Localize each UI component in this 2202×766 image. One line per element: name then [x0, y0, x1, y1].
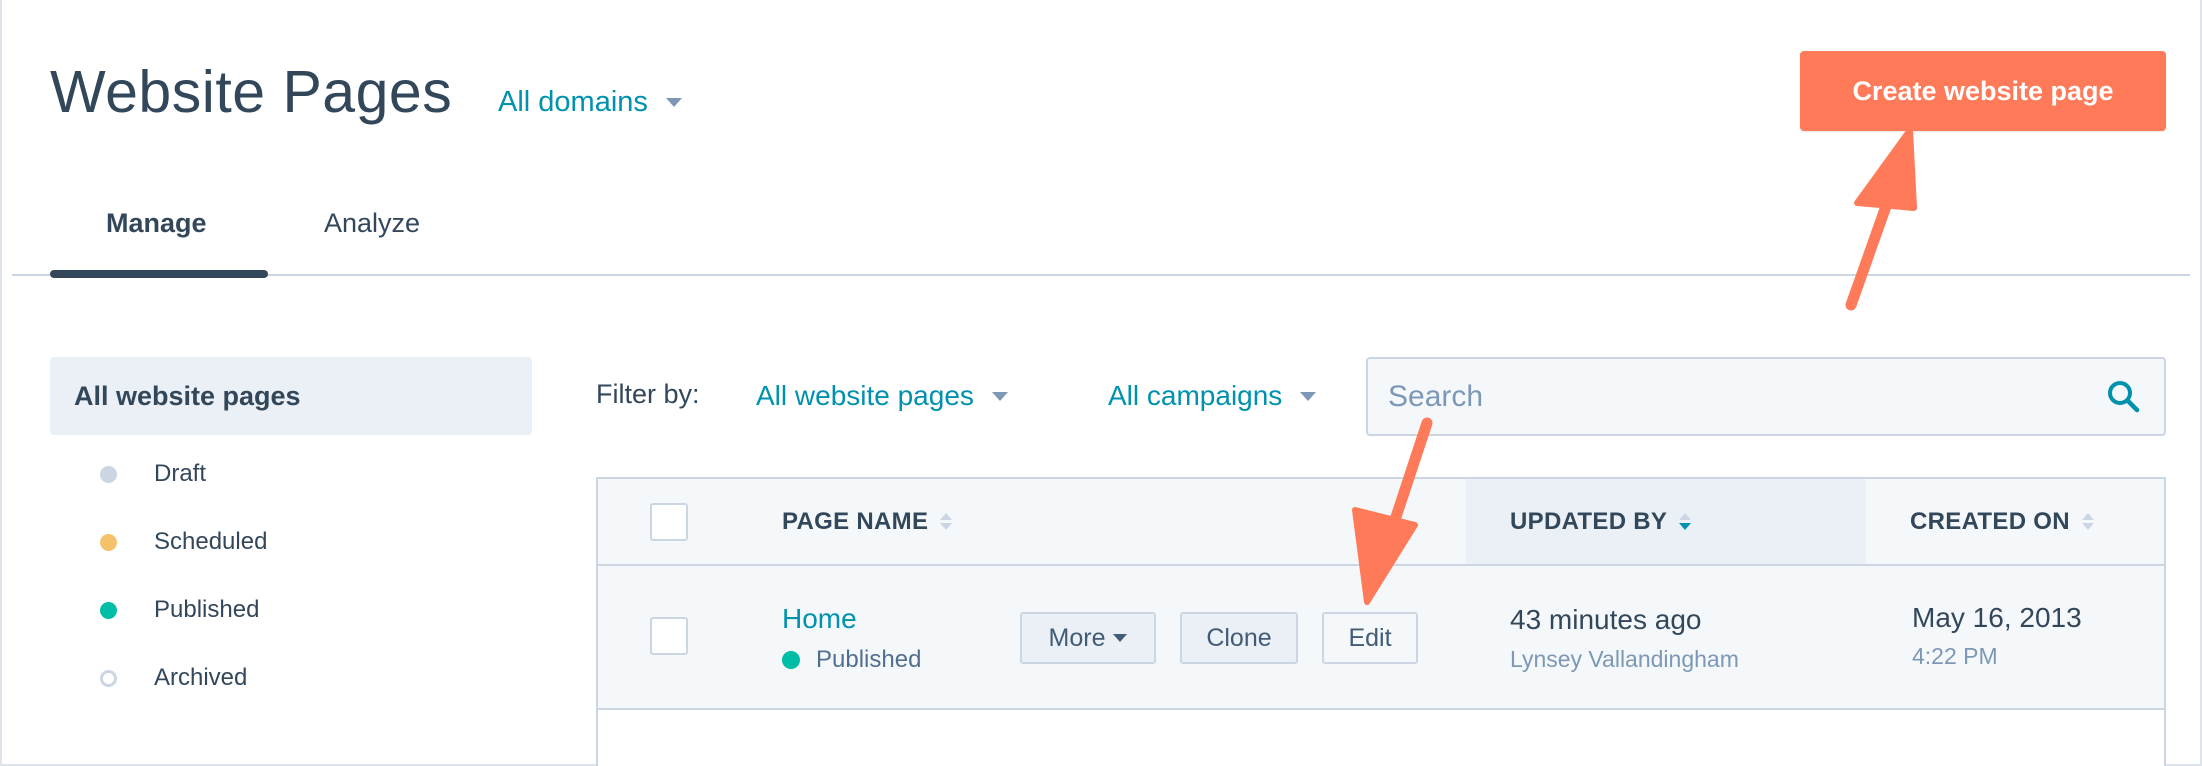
created-date: May 16, 2013 [1912, 602, 2082, 633]
created-time: 4:22 PM [1912, 643, 1998, 669]
sort-descending-icon [1679, 513, 1692, 530]
domain-filter-dropdown[interactable]: All domains [498, 86, 682, 119]
table-row: Home Published More Clone Edit 43 minute… [598, 566, 2164, 710]
tab-analyze[interactable]: Analyze [324, 208, 420, 239]
page-type-filter-label: All website pages [756, 380, 974, 411]
updated-time: 43 minutes ago [1510, 604, 1702, 635]
select-all-checkbox[interactable] [650, 503, 688, 541]
campaign-filter-dropdown[interactable]: All campaigns [1108, 380, 1317, 412]
caret-down-icon [991, 391, 1008, 401]
search-box [1366, 357, 2166, 436]
column-header-label: UPDATED BY [1510, 507, 1668, 535]
sidebar-item-all-website-pages[interactable]: All website pages [50, 357, 532, 435]
column-header-page-name[interactable]: PAGE NAME [782, 479, 953, 564]
archived-status-dot-icon [100, 669, 117, 687]
create-website-page-button[interactable]: Create website page [1800, 51, 2166, 131]
page-status: Published [782, 646, 921, 674]
edit-button[interactable]: Edit [1322, 612, 1418, 664]
published-status-dot-icon [100, 601, 117, 619]
column-header-created-on[interactable]: CREATED ON [1910, 479, 2094, 564]
table-header: PAGE NAME UPDATED BY CREATED ON [598, 479, 2164, 566]
active-tab-indicator [50, 270, 268, 278]
search-icon[interactable] [2104, 377, 2144, 417]
sidebar-item-archived[interactable]: Archived [100, 664, 247, 692]
clone-button[interactable]: Clone [1180, 612, 1298, 664]
row-select-checkbox[interactable] [650, 617, 688, 655]
sort-icon [2081, 513, 2094, 530]
tab-bar: Manage Analyze [12, 190, 2190, 278]
sidebar-item-label: Scheduled [154, 528, 268, 555]
sidebar-item-label: Archived [154, 664, 248, 691]
caret-down-icon [1113, 634, 1128, 642]
page-type-filter-dropdown[interactable]: All website pages [756, 380, 1008, 412]
page-title: Website Pages [50, 59, 453, 125]
more-actions-button[interactable]: More [1020, 612, 1156, 664]
column-header-label: PAGE NAME [782, 507, 929, 535]
tab-manage[interactable]: Manage [106, 208, 207, 239]
table-row-partial [598, 712, 2164, 766]
caret-down-icon [1300, 391, 1317, 401]
sidebar-item-published[interactable]: Published [100, 596, 259, 624]
published-status-dot-icon [782, 651, 800, 669]
domain-filter-label: All domains [498, 86, 648, 118]
caret-down-icon [665, 98, 682, 107]
column-header-label: CREATED ON [1910, 507, 2070, 535]
column-header-updated-by[interactable]: UPDATED BY [1466, 479, 1866, 564]
updated-by-user: Lynsey Vallandingham [1510, 646, 1739, 672]
page-name-link[interactable]: Home [782, 603, 857, 635]
sort-icon [940, 513, 953, 530]
more-button-label: More [1048, 623, 1106, 652]
search-input[interactable] [1388, 379, 2104, 414]
draft-status-dot-icon [100, 465, 117, 483]
sidebar-item-draft[interactable]: Draft [100, 460, 206, 488]
page-status-label: Published [816, 646, 922, 673]
scheduled-status-dot-icon [100, 533, 117, 551]
filter-by-label: Filter by: [596, 379, 700, 409]
sidebar-item-scheduled[interactable]: Scheduled [100, 528, 267, 556]
pages-table: PAGE NAME UPDATED BY CREATED ON Home Pub… [596, 477, 2166, 766]
campaign-filter-label: All campaigns [1108, 380, 1283, 411]
sidebar-item-label: Draft [154, 460, 207, 487]
sidebar-item-label: Published [154, 596, 260, 623]
